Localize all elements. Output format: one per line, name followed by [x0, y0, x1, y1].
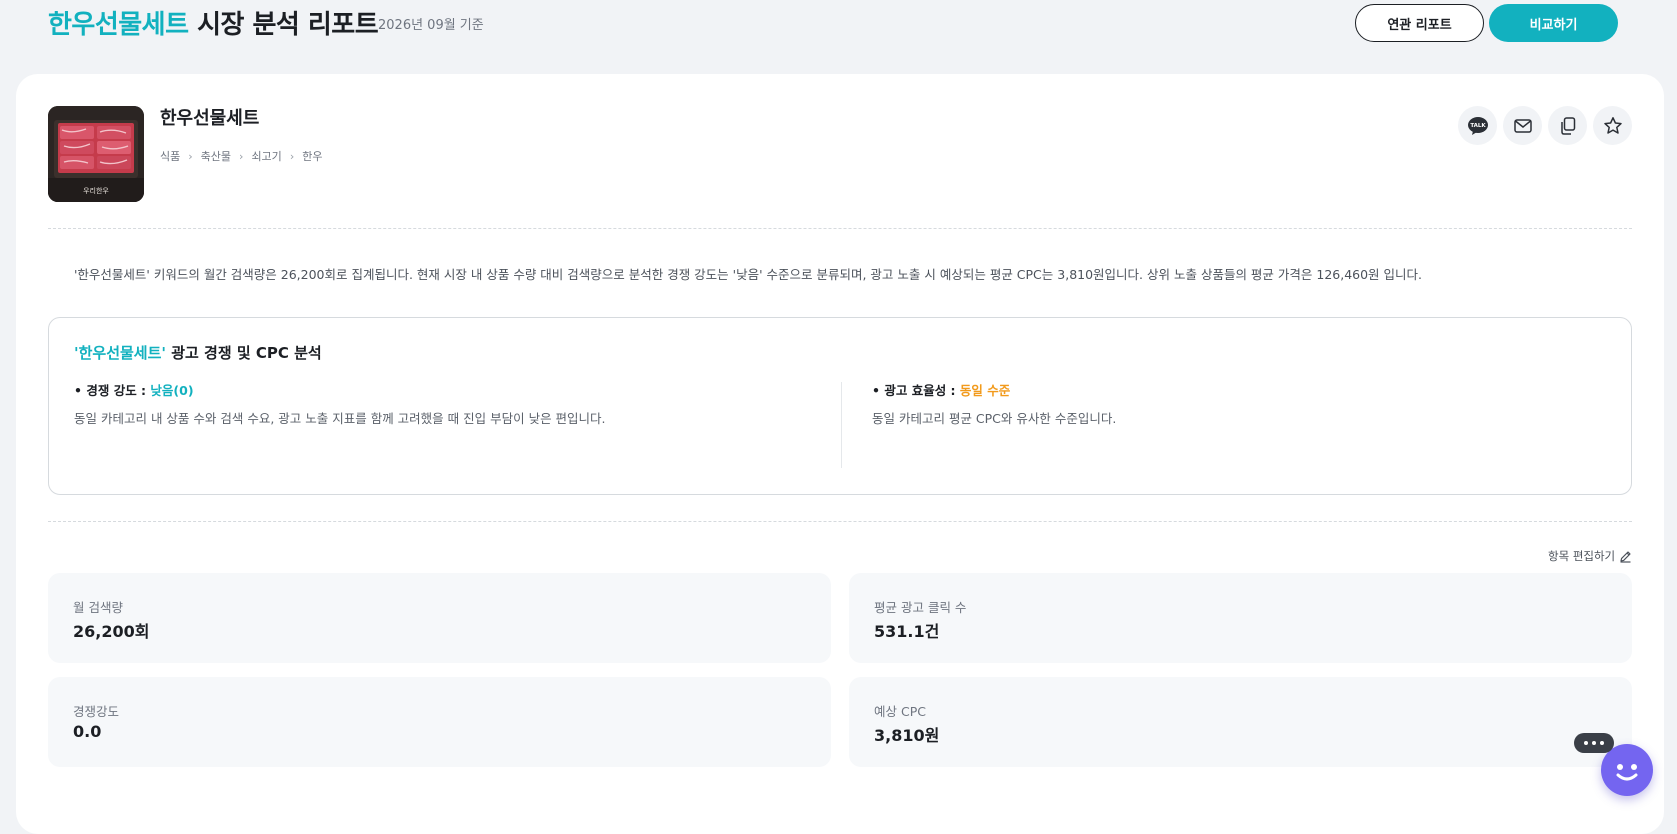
efficiency-heading: • 광고 효율성 : 동일 수준 [872, 380, 1116, 399]
page-title-suffix: 시장 분석 리포트 [188, 10, 379, 40]
competition-column: • 경쟁 강도 : 낮음(0) 동일 카테고리 내 상품 수와 검색 수요, 광… [74, 380, 606, 427]
analysis-title: '한우선물세트' 광고 경쟁 및 CPC 분석 [74, 342, 322, 363]
typing-indicator-icon [1574, 733, 1614, 753]
metric-label: 월 검색량 [73, 600, 123, 615]
metric-card-monthly-search: 월 검색량 26,200회 [48, 573, 831, 663]
metric-label: 예상 CPC [874, 704, 926, 719]
page-title-keyword: 한우선물세트 [48, 10, 189, 40]
efficiency-value: 동일 수준 [959, 383, 1011, 398]
breadcrumb-item[interactable]: 쇠고기 [251, 148, 281, 164]
page-title: 한우선물세트 시장 분석 리포트 [48, 4, 379, 41]
ad-competition-analysis: '한우선물세트' 광고 경쟁 및 CPC 분석 • 경쟁 강도 : 낮음(0) … [48, 317, 1632, 495]
chevron-right-icon: › [188, 149, 193, 163]
product-name: 한우선물세트 [160, 108, 260, 129]
breadcrumb: 식품 › 축산물 › 쇠고기 › 한우 [160, 148, 322, 164]
section-divider [48, 228, 1632, 229]
share-actions: TALK [1458, 106, 1632, 145]
beef-gift-box-image: 우리한우 [48, 106, 144, 202]
metric-value: 0.0 [73, 722, 102, 741]
breadcrumb-item[interactable]: 축산물 [201, 148, 231, 164]
report-card: 우리한우 한우선물세트 식품 › 축산물 › 쇠고기 › 한우 TALK '한우… [16, 74, 1664, 834]
metric-card-expected-cpc: 예상 CPC 3,810원 [849, 677, 1632, 767]
date-note: 2026년 09월 기준 [378, 18, 484, 33]
star-icon [1603, 116, 1622, 134]
image-caption: 우리한우 [83, 186, 109, 195]
mail-icon [1513, 118, 1532, 133]
bookmark-button[interactable] [1593, 106, 1632, 145]
metric-label: 경쟁강도 [73, 704, 120, 719]
metric-value: 26,200회 [73, 622, 150, 641]
copy-icon [1560, 116, 1575, 135]
chatbot-launcher-button[interactable] [1601, 744, 1653, 796]
kakao-talk-icon: TALK [1467, 116, 1488, 135]
analysis-title-suffix: 광고 경쟁 및 CPC 분석 [166, 344, 322, 362]
compare-button[interactable]: 비교하기 [1489, 4, 1618, 42]
kakao-talk-button[interactable]: TALK [1458, 106, 1497, 145]
product-image: 우리한우 [48, 106, 144, 202]
competition-value: 낮음(0) [150, 383, 194, 398]
efficiency-description: 동일 카테고리 평균 CPC와 유사한 수준입니다. [872, 411, 1117, 426]
copy-button[interactable] [1548, 106, 1587, 145]
edit-items-link[interactable]: 항목 편집하기 [1548, 548, 1632, 564]
analysis-title-keyword: '한우선물세트' [74, 344, 166, 362]
edit-items-label: 항목 편집하기 [1548, 549, 1616, 563]
column-divider [841, 382, 842, 468]
breadcrumb-item[interactable]: 식품 [160, 148, 180, 164]
section-divider [48, 521, 1632, 522]
metric-card-avg-ad-clicks: 평균 광고 클릭 수 531.1건 [849, 573, 1632, 663]
metric-label: 평균 광고 클릭 수 [874, 600, 967, 615]
breadcrumb-item[interactable]: 한우 [302, 148, 322, 164]
competition-heading: • 경쟁 강도 : 낮음(0) [74, 380, 606, 399]
kakao-talk-label: TALK [1470, 123, 1486, 129]
page-header: 한우선물세트 시장 분석 리포트 2026년 09월 기준 연관 리포트 비교하… [0, 0, 1677, 64]
mail-button[interactable] [1503, 106, 1542, 145]
metric-card-competition: 경쟁강도 0.0 [48, 677, 831, 767]
competition-description: 동일 카테고리 내 상품 수와 검색 수요, 광고 노출 지표를 함께 고려했을… [74, 411, 606, 426]
efficiency-label: • 광고 효율성 : [872, 383, 960, 398]
chevron-right-icon: › [239, 149, 244, 163]
pencil-icon [1620, 550, 1631, 563]
related-report-button[interactable]: 연관 리포트 [1355, 4, 1484, 42]
metric-value: 531.1건 [874, 622, 940, 641]
competition-label: • 경쟁 강도 : [74, 383, 151, 398]
smiley-bot-icon [1616, 764, 1638, 781]
metric-value: 3,810원 [874, 726, 940, 745]
efficiency-column: • 광고 효율성 : 동일 수준 동일 카테고리 평균 CPC와 유사한 수준입… [872, 380, 1116, 427]
chevron-right-icon: › [289, 149, 295, 163]
keyword-summary: '한우선물세트' 키워드의 월간 검색량은 26,200회로 집계됩니다. 현재… [74, 267, 1422, 282]
